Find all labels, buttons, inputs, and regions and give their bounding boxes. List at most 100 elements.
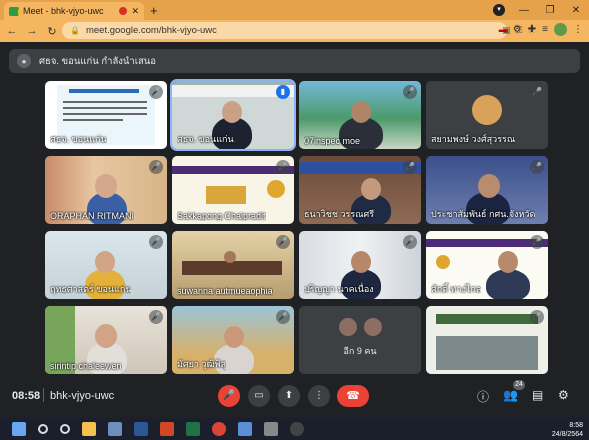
participant-name: 07inspec moe xyxy=(304,136,361,146)
extension-icon-1[interactable]: ▬ xyxy=(499,25,507,34)
browser-tab-meet[interactable]: Meet - bhk-vjyo-uwc ✕ xyxy=(4,2,144,20)
camera-toggle-button[interactable]: ▭ xyxy=(248,385,270,407)
more-participants-label: อีก 9 คน xyxy=(343,346,377,356)
profile-avatar[interactable] xyxy=(554,23,567,36)
reload-icon[interactable]: ↻ xyxy=(44,25,60,38)
participant-name: ศธจ. ขอนแก่น xyxy=(177,134,234,144)
participant-name: สยามพงษ์ วงศ์สุวรรณ xyxy=(431,134,516,144)
avatar xyxy=(361,316,384,338)
mic-off-icon: 🎤 xyxy=(403,235,417,249)
mic-off-icon: 🎤 xyxy=(530,160,544,174)
participant-tile[interactable]: 🎤 07inspec moe xyxy=(299,81,421,149)
participant-tile[interactable]: 🎤 sirintip chaleewen xyxy=(45,306,167,374)
extensions-puzzle-icon[interactable]: ✚ xyxy=(528,24,536,35)
end-call-button[interactable]: ☎ xyxy=(337,385,369,407)
participant-tile[interactable]: 🎤 suwanna autmueaophia xyxy=(172,231,294,299)
tab-search-icon[interactable]: ▾ xyxy=(493,4,505,16)
app-icon[interactable] xyxy=(290,422,304,436)
mic-toggle-button[interactable]: 🎤 xyxy=(218,385,240,407)
meet-favicon-icon xyxy=(9,6,22,16)
clock-date: 24/8/2564 xyxy=(551,431,583,438)
mic-off-icon: 🎤 xyxy=(530,310,544,324)
mic-off-icon: 🎤 xyxy=(149,235,163,249)
reading-list-icon[interactable]: ≡ xyxy=(542,24,548,35)
participant-tile[interactable]: 🎤 ORAPHAN RITMANI xyxy=(45,156,167,224)
taskbar-clock[interactable]: 8:58 24/8/2564 xyxy=(552,421,583,439)
mic-off-icon: 🎤 xyxy=(403,160,417,174)
participant-tile[interactable]: 🎤 ศธจ. ขอนแก่น xyxy=(45,81,167,149)
participant-name: ORAPHAN RITMANI xyxy=(50,211,135,221)
people-icon[interactable]: 👥 xyxy=(503,388,518,402)
participant-tile[interactable]: 🎤 ฤทธศาสตร์ ขอนแก่น xyxy=(45,231,167,299)
participant-tile[interactable]: 🎤 ประชาสัมพันธ์ กศน.จังหวัด xyxy=(426,156,548,224)
mic-off-icon: 🎤 xyxy=(149,85,163,99)
tab-close-icon[interactable]: ✕ xyxy=(131,6,139,17)
forward-arrow-icon[interactable]: → xyxy=(24,25,40,37)
meeting-code: bhk-vjyo-uwc xyxy=(50,390,115,402)
task-view-icon[interactable] xyxy=(60,424,70,434)
chat-icon[interactable]: ▤ xyxy=(532,388,543,402)
mic-off-icon: 🎤 xyxy=(530,235,544,249)
participant-tile[interactable]: 🎤 ธนาวิชช วรรณศรี xyxy=(299,156,421,224)
mic-off-icon: 🎤 xyxy=(530,85,544,99)
url-text: meet.google.com/bhk-vjyo-uwc xyxy=(85,25,217,36)
back-arrow-icon[interactable]: ← xyxy=(4,25,20,37)
settings-icon[interactable] xyxy=(264,422,278,436)
presenter-label: ศธจ. ขอนแก่น กำลังนำเสนอ xyxy=(39,55,156,67)
recording-dot-icon xyxy=(119,7,128,15)
participant-name: ศธจ. ขอนแก่น xyxy=(50,134,107,144)
windows-start-icon[interactable] xyxy=(12,422,26,436)
search-icon[interactable] xyxy=(38,424,48,434)
participant-name: suwanna autmueaophia xyxy=(177,286,273,296)
participant-tile[interactable]: 🎤 ปริญญา นาคเนื่อง xyxy=(299,231,421,299)
participant-name: ธนาวิชช วรรณศรี xyxy=(304,209,375,219)
tab-title: Meet - bhk-vjyo-uwc xyxy=(23,6,104,16)
participant-tile[interactable]: 🎤 มัศยา วุฒิพิสุ xyxy=(172,306,294,374)
powerpoint-icon[interactable] xyxy=(160,422,174,436)
close-window-button[interactable]: ✕ xyxy=(563,5,589,16)
participant-tile[interactable]: ▮ ศธจ. ขอนแก่น xyxy=(170,79,296,151)
browser-nav-bar: ← → ↻ 🔒 meet.google.com/bhk-vjyo-uwc ▣ ⚿… xyxy=(0,20,589,42)
more-participants-avatars xyxy=(336,316,384,338)
file-explorer-icon[interactable] xyxy=(82,422,96,436)
participant-tile[interactable]: 🎤 xyxy=(426,306,548,374)
address-bar[interactable]: 🔒 meet.google.com/bhk-vjyo-uwc ▣ ⚿ ☆ xyxy=(62,22,535,39)
participant-name: sirintip chaleewen xyxy=(50,361,122,371)
divider xyxy=(43,388,44,402)
mic-off-icon: 🎤 xyxy=(149,310,163,324)
more-options-button[interactable]: ⋮ xyxy=(308,385,330,407)
lock-icon[interactable]: 🔒 xyxy=(70,26,80,35)
new-tab-button[interactable]: + xyxy=(150,3,158,18)
extensions-bar: ▬ ⚙ ✚ ≡ ⋮ xyxy=(499,23,583,36)
avatar xyxy=(336,316,359,338)
store-icon[interactable] xyxy=(108,422,122,436)
presenter-avatar-icon: ● xyxy=(17,54,31,68)
activities-icon[interactable]: ⚙ xyxy=(558,388,569,402)
present-screen-button[interactable]: ⬆ xyxy=(278,385,300,407)
mic-off-icon: 🎤 xyxy=(276,235,290,249)
mic-off-icon: 🎤 xyxy=(403,85,417,99)
menu-kebab-icon[interactable]: ⋮ xyxy=(573,24,583,35)
minimize-button[interactable]: — xyxy=(511,5,537,16)
more-participants-tile[interactable]: อีก 9 คน xyxy=(299,306,421,374)
window-controls: — ❐ ✕ xyxy=(511,0,589,20)
chrome-icon[interactable] xyxy=(212,422,226,436)
meeting-time: 08:58 xyxy=(12,390,41,402)
browser-tab-bar: Meet - bhk-vjyo-uwc ✕ + ▾ — ❐ ✕ xyxy=(0,0,589,20)
mic-off-icon: 🎤 xyxy=(276,160,290,174)
participant-tile[interactable]: 🎤 สยามพงษ์ วงศ์สุวรรณ xyxy=(426,81,548,149)
mic-off-icon: 🎤 xyxy=(276,310,290,324)
participant-tile[interactable]: 🎤 ศักดิ์ ทางไกล xyxy=(426,231,548,299)
word-icon[interactable] xyxy=(134,422,148,436)
photos-icon[interactable] xyxy=(238,422,252,436)
extension-icon-2[interactable]: ⚙ xyxy=(513,24,522,35)
participant-name: Sakkapong Chaipradit xyxy=(177,211,266,221)
restore-button[interactable]: ❐ xyxy=(537,5,563,16)
presenter-banner: ● ศธจ. ขอนแก่น กำลังนำเสนอ xyxy=(9,49,580,73)
meeting-details-icon[interactable]: ⓘ xyxy=(477,388,489,405)
participant-tile[interactable]: 🎤 Sakkapong Chaipradit xyxy=(172,156,294,224)
clock-time: 8:58 xyxy=(569,422,583,429)
excel-icon[interactable] xyxy=(186,422,200,436)
participant-grid: 🎤 ศธจ. ขอนแก่น ▮ ศธจ. ขอนแก่น 🎤 07inspec… xyxy=(45,79,548,375)
participant-name: ฤทธศาสตร์ ขอนแก่น xyxy=(50,284,132,294)
